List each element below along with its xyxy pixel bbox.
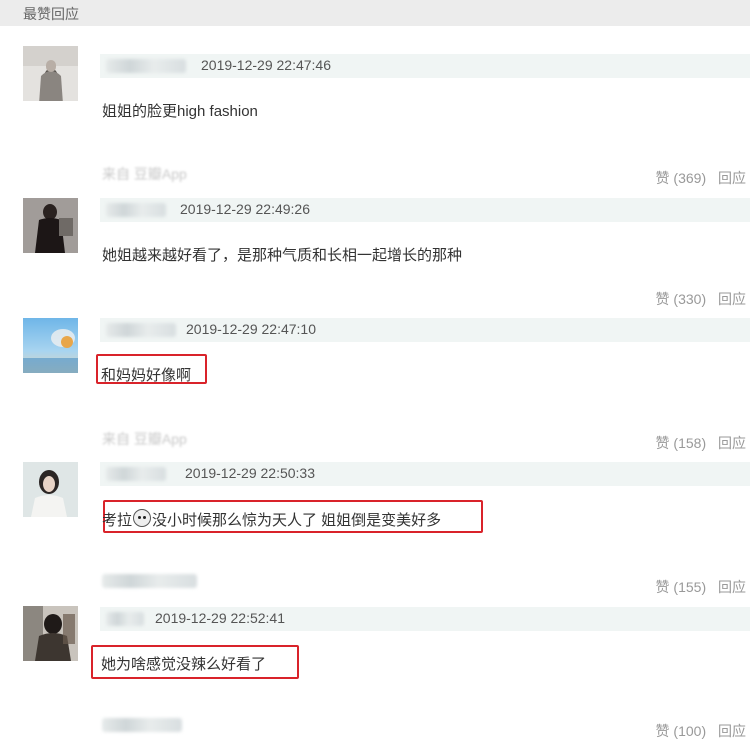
reply-button[interactable]: 回应 [718,579,746,595]
comment-meta: 2019-12-29 22:49:26 [100,198,750,222]
like-button[interactable]: 赞 (369) [656,170,707,186]
source-label: 来自 豆瓣App [102,431,187,447]
blurred-text [102,718,182,732]
timestamp: 2019-12-29 22:49:26 [180,201,310,217]
username[interactable] [106,467,166,481]
comment-text: 和妈妈好像啊 [101,367,192,384]
avatar[interactable] [23,462,78,517]
username[interactable] [106,612,144,626]
comment-text-part: 考拉 [102,512,133,529]
source-label: 来自 豆瓣App [102,166,187,182]
avatar[interactable] [23,606,78,661]
comment-meta: 2019-12-29 22:50:33 [100,462,750,486]
like-button[interactable]: 赞 (330) [656,291,707,307]
username[interactable] [106,59,186,73]
like-button[interactable]: 赞 (155) [656,579,707,595]
comment-text: 姐姐的脸更high fashion [102,103,258,120]
like-button[interactable]: 赞 (100) [656,723,707,739]
comment-text: 她为啥感觉没辣么好看了 [101,656,267,673]
timestamp: 2019-12-29 22:52:41 [155,610,285,626]
timestamp: 2019-12-29 22:50:33 [185,465,315,481]
username[interactable] [106,323,176,337]
comment-text-part: 没小时候那么惊为天人了 姐姐倒是变美好多 [152,512,442,529]
comment-text: 她姐越来越好看了，是那种气质和长相一起增长的那种 [102,247,463,264]
avatar[interactable] [23,198,78,253]
reply-button[interactable]: 回应 [718,170,746,186]
username[interactable] [106,203,166,217]
comment-actions: 赞 (330) 回应 [656,289,746,309]
reply-button[interactable]: 回应 [718,291,746,307]
timestamp: 2019-12-29 22:47:46 [201,57,331,73]
comment-actions: 赞 (369) 回应 [656,168,746,188]
avatar[interactable] [23,318,78,373]
reply-button[interactable]: 回应 [718,723,746,739]
comment-meta: 2019-12-29 22:47:46 [100,54,750,78]
koala-emoji-icon [133,509,152,527]
reply-button[interactable]: 回应 [718,435,746,451]
comment-text: 考拉 没小时候那么惊为天人了 姐姐倒是变美好多 [102,509,441,530]
section-header: 最赞回应 [0,0,750,26]
blurred-text [102,574,197,588]
comment-actions: 赞 (158) 回应 [656,433,746,453]
section-title: 最赞回应 [23,6,79,22]
timestamp: 2019-12-29 22:47:10 [186,321,316,337]
comment-meta: 2019-12-29 22:52:41 [100,607,750,631]
avatar[interactable] [23,46,78,101]
comment-actions: 赞 (155) 回应 [656,577,746,597]
comment-meta: 2019-12-29 22:47:10 [100,318,750,342]
comment-actions: 赞 (100) 回应 [656,721,746,741]
like-button[interactable]: 赞 (158) [656,435,707,451]
